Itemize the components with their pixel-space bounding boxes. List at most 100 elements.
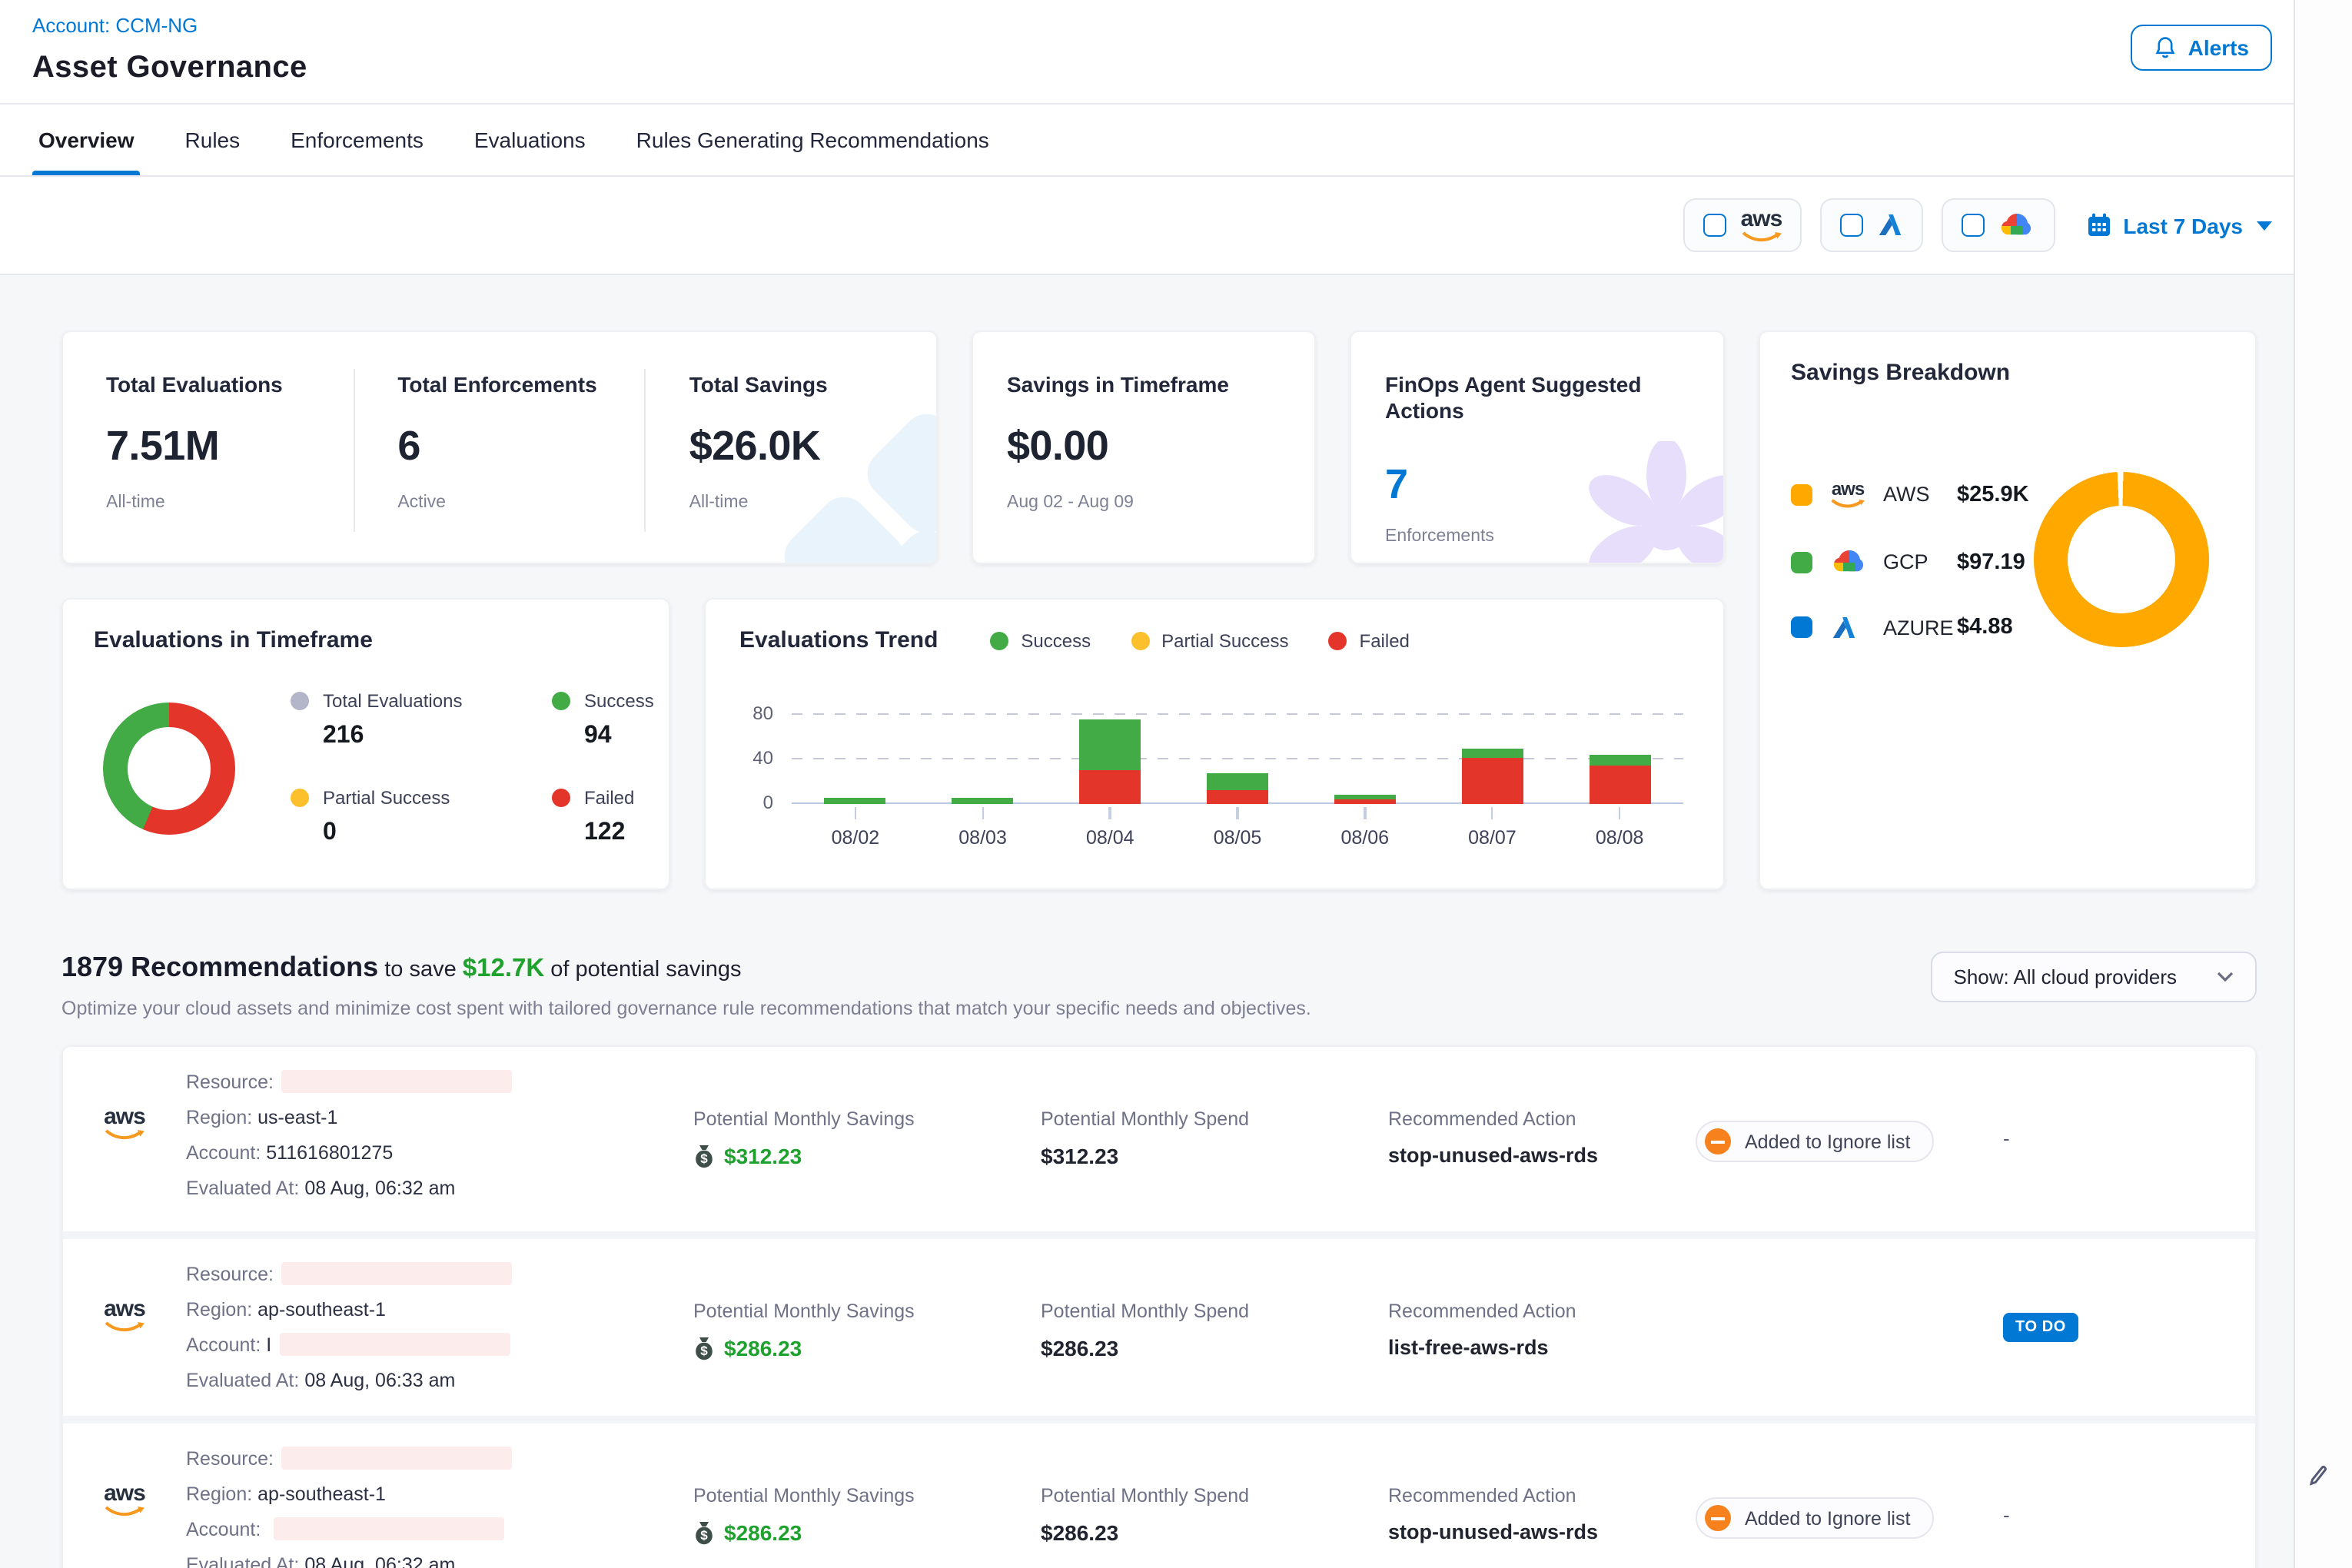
finops-agent-card: FinOps Agent Suggested Actions 7 Enforce… [1350, 331, 1725, 564]
cloud-provider-filter-dropdown[interactable]: Show: All cloud providers [1931, 952, 2257, 1002]
added-to-ignore-list-pill[interactable]: Added to Ignore list [1696, 1497, 1933, 1539]
account-breadcrumb-link[interactable]: Account: CCM-NG [32, 14, 198, 37]
kpi-value: $0.00 [1007, 423, 1284, 470]
redacted-account-value [279, 1333, 510, 1356]
alerts-button[interactable]: Alerts [2131, 25, 2272, 71]
aws-logo-icon: aws [63, 1257, 186, 1400]
potential-monthly-spend: Potential Monthly Spend $286.23 [1041, 1442, 1388, 1568]
legend-partial-success: Partial Success 0 [291, 787, 487, 847]
date-range-dropdown[interactable]: Last 7 Days [2086, 212, 2272, 238]
row-note: - [2003, 1442, 2255, 1568]
card-title: Evaluations Trend [739, 627, 938, 653]
bar-column: 08/05 [1174, 715, 1301, 848]
y-tick-label: 0 [763, 792, 773, 813]
provider-toggle-gcp[interactable] [1942, 198, 2055, 252]
recommendation-row[interactable]: aws Resource: Region: us-east-1 Account:… [63, 1047, 2255, 1231]
azure-logo-icon [1877, 214, 1903, 237]
svg-text:$: $ [700, 1528, 708, 1543]
azure-checkbox[interactable] [1840, 214, 1863, 237]
recommendations-subtitle: Optimize your cloud assets and minimize … [61, 998, 1311, 1019]
potential-monthly-spend: Potential Monthly Spend $286.23 [1041, 1257, 1388, 1400]
kpi-value: 6 [397, 423, 604, 470]
legend-dot [291, 692, 309, 710]
legend-total-evaluations: Total Evaluations 216 [291, 690, 487, 750]
todo-status-badge[interactable]: TO DO [2003, 1313, 2078, 1342]
x-tick-label: 08/06 [1340, 826, 1389, 848]
aws-logo-icon: aws [1741, 208, 1782, 243]
asset-governance-page: Account: CCM-NG Asset Governance Alerts … [0, 0, 2352, 1568]
bar-segment [1079, 770, 1141, 804]
x-tick [1237, 806, 1239, 819]
bar-column: 08/03 [919, 715, 1047, 848]
savings-breakdown-card: Savings Breakdown aws AWS $25.9K [1759, 331, 2257, 890]
provider-toggle-aws[interactable]: aws [1684, 198, 1802, 252]
recommended-action: Recommended Action list-free-aws-rds [1388, 1257, 1696, 1400]
kpi-title: Total Enforcements [397, 372, 604, 398]
bar-column: 08/04 [1046, 715, 1174, 848]
added-to-ignore-list-pill[interactable]: Added to Ignore list [1696, 1121, 1933, 1162]
redacted-resource-value [281, 1262, 512, 1285]
kpi-title: Savings in Timeframe [1007, 372, 1284, 398]
pencil-icon[interactable] [2309, 1463, 2329, 1494]
kpi-title: Total Savings [689, 372, 896, 398]
provider-name: AZURE [1883, 616, 1954, 639]
kpi-subtitle: All-time [106, 493, 313, 512]
x-tick-label: 08/02 [832, 826, 880, 848]
caret-down-icon [2257, 221, 2272, 230]
legend-aws: aws AWS $25.9K [1791, 480, 2034, 509]
svg-text:$: $ [700, 1151, 708, 1166]
money-bag-icon: $ [693, 1520, 715, 1545]
bar-segment [1461, 757, 1523, 804]
aws-checkbox[interactable] [1704, 214, 1727, 237]
kpi-title: Total Evaluations [106, 372, 313, 398]
legend-dot [291, 789, 309, 807]
legend-swatch [1791, 551, 1812, 573]
tab-bar: Overview Rules Enforcements Evaluations … [0, 105, 2294, 177]
bar-segment [1334, 794, 1396, 799]
provider-amount: $25.9K [1957, 482, 2029, 507]
tab-rules-generating-recommendations[interactable]: Rules Generating Recommendations [636, 105, 989, 175]
legend-failed: Failed [1329, 630, 1410, 651]
tab-overview[interactable]: Overview [38, 105, 135, 175]
card-title: Savings Breakdown [1791, 360, 2224, 386]
x-tick-label: 08/08 [1596, 826, 1644, 848]
tab-rules[interactable]: Rules [185, 105, 241, 175]
overview-content: Total Evaluations 7.51M All-time Total E… [0, 275, 2294, 1568]
legend-partial-success: Partial Success [1131, 630, 1288, 651]
kpi-summary-card: Total Evaluations 7.51M All-time Total E… [61, 331, 938, 564]
filter-label: Show: All cloud providers [1954, 965, 2178, 988]
recommended-action: Recommended Action stop-unused-aws-rds [1388, 1442, 1696, 1568]
x-tick [1364, 806, 1366, 819]
x-tick-label: 08/03 [958, 826, 1007, 848]
evaluations-donut-chart [103, 703, 235, 835]
evaluations-in-timeframe-card: Evaluations in Timeframe Total Evaluatio… [61, 598, 670, 890]
y-tick-label: 80 [752, 703, 773, 724]
gcp-logo-icon [1831, 549, 1883, 575]
y-axis-labels: 04080 [739, 715, 776, 804]
provider-toggle-azure[interactable] [1820, 198, 1923, 252]
x-tick-label: 08/05 [1214, 826, 1262, 848]
date-range-label: Last 7 Days [2123, 213, 2243, 238]
bell-icon [2154, 35, 2178, 60]
evaluations-trend-card: Evaluations Trend Success Partial Succes… [704, 598, 1725, 890]
recommendation-row[interactable]: aws Resource: Region: ap-southeast-1 Acc… [63, 1416, 2255, 1568]
legend-swatch [1791, 616, 1812, 638]
legend-failed: Failed 122 [552, 787, 654, 847]
page-header: Account: CCM-NG Asset Governance Alerts [0, 0, 2294, 105]
evaluations-trend-bar-chart: 04080 08/0208/0308/0408/0508/0608/0708/0… [739, 715, 1689, 875]
flower-watermark [1582, 441, 1725, 564]
provider-name: GCP [1883, 550, 1954, 573]
legend-gcp: GCP $97.19 [1791, 549, 2034, 575]
tab-evaluations[interactable]: Evaluations [474, 105, 586, 175]
scroll-rail[interactable] [2294, 0, 2352, 1568]
recommendation-row[interactable]: aws Resource: Region: ap-southeast-1 Acc… [63, 1231, 2255, 1416]
row-note: - [2003, 1065, 2255, 1216]
card-title: Evaluations in Timeframe [94, 627, 638, 653]
gcp-checkbox[interactable] [1962, 214, 1985, 237]
bar-column: 08/02 [792, 715, 919, 848]
tab-enforcements[interactable]: Enforcements [291, 105, 424, 175]
bar-column: 08/06 [1301, 715, 1429, 848]
svg-text:$: $ [700, 1344, 708, 1358]
aws-logo-icon: aws [63, 1065, 186, 1216]
kpi-total-evaluations: Total Evaluations 7.51M All-time [63, 369, 353, 532]
